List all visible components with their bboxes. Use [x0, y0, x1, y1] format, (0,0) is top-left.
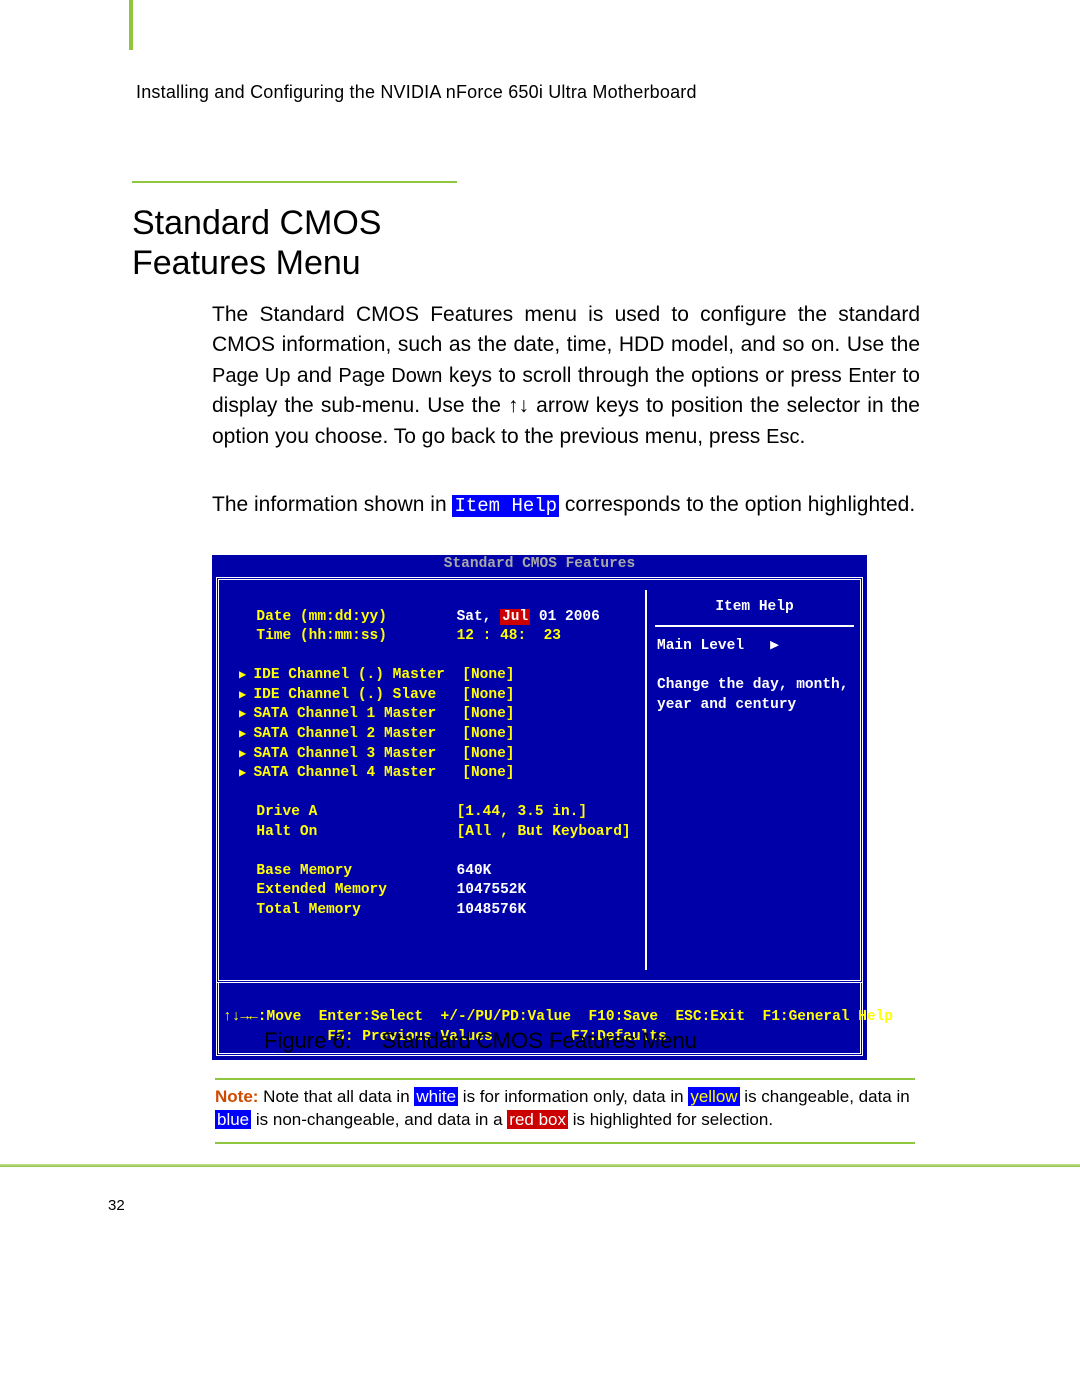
submenu-arrow-icon: ▶ — [239, 766, 253, 780]
figure-label: Figure 6. — [264, 1028, 351, 1053]
key-esc: Esc — [766, 426, 799, 448]
p1-mid1: and — [290, 364, 338, 387]
ch2-label[interactable]: SATA Channel 1 Master — [253, 706, 436, 722]
date-month-selected[interactable]: Jul — [500, 609, 530, 625]
ch3-label[interactable]: SATA Channel 2 Master — [253, 726, 436, 742]
ext-mem-label: Extended Memory — [256, 882, 387, 898]
chevron-right-icon: ▶ — [770, 638, 779, 654]
ch3-value[interactable]: [None] — [462, 726, 514, 742]
main-level-label: Main Level — [657, 638, 744, 654]
halt-on-value[interactable]: [All , But Keyboard] — [457, 824, 631, 840]
bios-screen: Standard CMOS Features Date (mm:dd:yy) S… — [212, 561, 867, 1060]
footer-line1: ↑↓→←:Move Enter:Select +/-/PU/PD:Value F… — [223, 1009, 893, 1025]
date-rest: 01 2006 — [530, 609, 600, 625]
ext-mem-value: 1047552K — [457, 882, 527, 898]
time-label: Time (hh:mm:ss) — [256, 628, 387, 644]
drive-a-value[interactable]: [1.44, 3.5 in.] — [457, 804, 588, 820]
ch5-label[interactable]: SATA Channel 4 Master — [253, 765, 436, 781]
base-mem-value: 640K — [457, 863, 492, 879]
running-header: Installing and Configuring the NVIDIA nF… — [136, 82, 697, 103]
note-block: Note: Note that all data in white is for… — [215, 1078, 915, 1144]
submenu-arrow-icon: ▶ — [239, 707, 253, 721]
p1-end: . — [799, 425, 805, 448]
ch2-value[interactable]: [None] — [462, 706, 514, 722]
p2-post: corresponds to the option highlighted. — [559, 493, 915, 516]
note-hl-red: red box — [507, 1110, 568, 1129]
p1-mid2: keys to scroll through the options or pr… — [442, 364, 848, 387]
p2-pre: The information shown in — [212, 493, 452, 516]
bios-left-pane: Date (mm:dd:yy) Sat, Jul 01 2006 Time (h… — [219, 590, 645, 970]
key-enter: Enter — [848, 365, 896, 387]
base-mem-label: Base Memory — [256, 863, 352, 879]
halt-on-label: Halt On — [256, 824, 317, 840]
date-label: Date (mm:dd:yy) — [256, 609, 387, 625]
p1-text: The Standard CMOS Features menu is used … — [212, 303, 920, 356]
ch5-value[interactable]: [None] — [462, 765, 514, 781]
bios-help-pane: Item Help Main Level ▶ Change the day, m… — [645, 590, 860, 970]
time-value[interactable]: 12 : 48: 23 — [457, 628, 561, 644]
note-hl-blue: blue — [215, 1110, 251, 1129]
submenu-arrow-icon: ▶ — [239, 747, 253, 761]
figure-text: Standard CMOS Features Menu — [381, 1028, 696, 1053]
note-t1: Note that all data in — [258, 1087, 414, 1106]
total-mem-label: Total Memory — [256, 902, 360, 918]
note-t2: is for information only, data in — [458, 1087, 688, 1106]
arrows-glyph: ↑↓ — [508, 394, 529, 417]
drive-a-label: Drive A — [256, 804, 317, 820]
submenu-arrow-icon: ▶ — [239, 727, 253, 741]
ch0-label[interactable]: IDE Channel (.) Master — [253, 667, 444, 683]
section-title: Standard CMOS Features Menu — [132, 181, 457, 283]
ch4-label[interactable]: SATA Channel 3 Master — [253, 746, 436, 762]
ch1-label[interactable]: IDE Channel (.) Slave — [253, 687, 436, 703]
submenu-arrow-icon: ▶ — [239, 668, 253, 682]
note-t5: is highlighted for selection. — [568, 1110, 773, 1129]
ch1-value[interactable]: [None] — [462, 687, 514, 703]
page-number: 32 — [108, 1197, 125, 1214]
paragraph-2: The information shown in Item Help corre… — [212, 490, 920, 521]
ch0-value[interactable]: [None] — [462, 667, 514, 683]
paragraph-1: The Standard CMOS Features menu is used … — [212, 300, 920, 452]
note-label: Note: — [215, 1087, 258, 1106]
note-t3: is changeable, data in — [740, 1087, 910, 1106]
bios-screen-title: Standard CMOS Features — [212, 555, 867, 577]
item-help-inline: Item Help — [452, 495, 559, 517]
total-mem-value: 1048576K — [457, 902, 527, 918]
key-pageup: Page Up — [212, 365, 290, 387]
item-help-title: Item Help — [655, 596, 854, 628]
help-text: Change the day, month, year and century — [657, 676, 852, 715]
figure-caption: Figure 6. Standard CMOS Features Menu — [264, 1028, 697, 1054]
note-hl-yellow: yellow — [688, 1087, 739, 1106]
submenu-arrow-icon: ▶ — [239, 688, 253, 702]
date-day: Sat, — [457, 609, 492, 625]
key-pagedown: Page Down — [338, 365, 442, 387]
note-hl-white: white — [414, 1087, 458, 1106]
ch4-value[interactable]: [None] — [462, 746, 514, 762]
note-t4: is non-changeable, and data in a — [251, 1110, 507, 1129]
left-green-rule — [129, 0, 133, 50]
bios-inner: Date (mm:dd:yy) Sat, Jul 01 2006 Time (h… — [216, 577, 863, 983]
bottom-green-band — [0, 1164, 1080, 1167]
